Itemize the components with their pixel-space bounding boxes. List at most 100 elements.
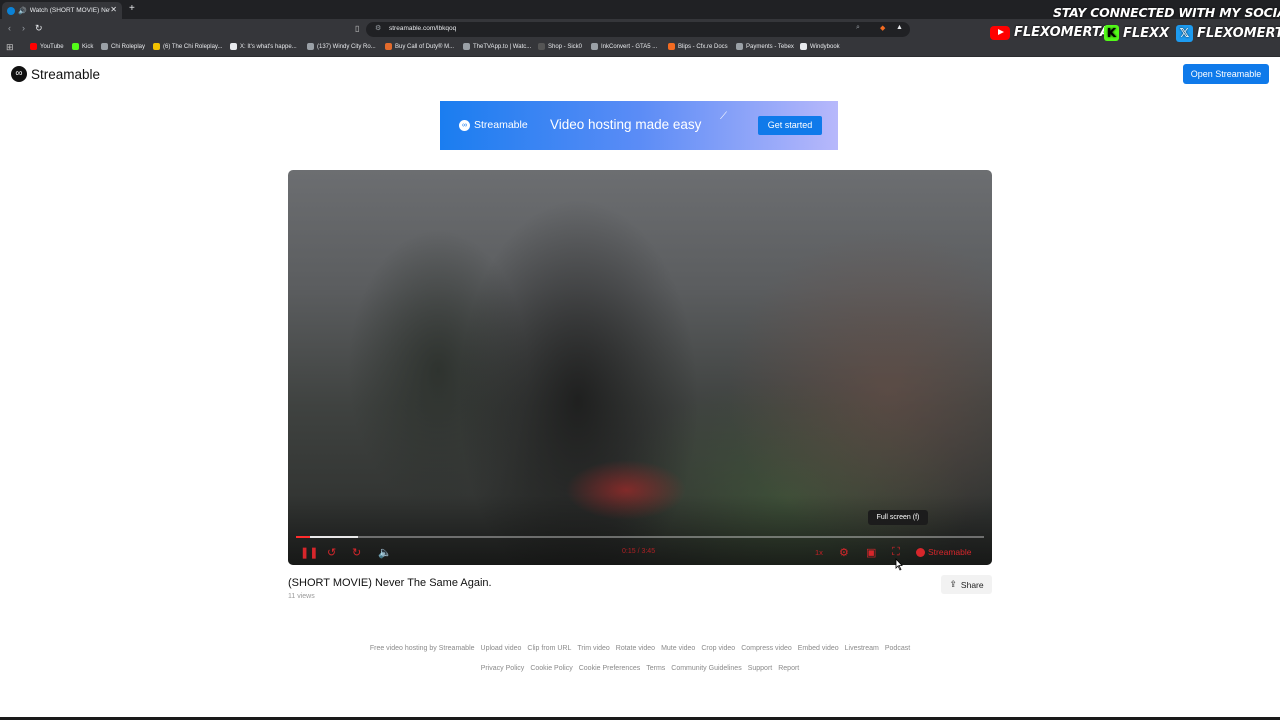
bookmark-tebex[interactable]: Payments - Tebex xyxy=(736,43,794,50)
bookmark-call-of-duty[interactable]: Buy Call of Duty® M... xyxy=(385,43,454,50)
bookmark-inkconvert[interactable]: InkConvert - GTA5 ... xyxy=(591,43,657,50)
bookmark-label: (137) Windy City Ro... xyxy=(317,43,376,50)
site-info-icon[interactable]: ⚙ xyxy=(375,24,381,32)
reload-icon[interactable]: ↻ xyxy=(35,23,43,34)
progress-played xyxy=(296,536,310,538)
forward-arrow-icon[interactable]: › xyxy=(22,23,25,33)
mouse-cursor-icon xyxy=(895,558,903,571)
forward-icon[interactable]: ↻ xyxy=(352,546,361,559)
bookmark-label: (6) The Chi Roleplay... xyxy=(163,43,223,50)
pause-icon[interactable]: ❚❚ xyxy=(300,546,318,559)
bookmark-youtube[interactable]: YouTube xyxy=(30,43,64,50)
footer-link[interactable]: Upload video xyxy=(481,645,522,652)
brave-shield-icon[interactable]: ◆ xyxy=(880,24,885,32)
footer-link[interactable]: Trim video xyxy=(577,645,609,652)
footer-link[interactable]: Compress video xyxy=(741,645,792,652)
share-button[interactable]: ⇪ Share xyxy=(941,575,992,594)
bookmark-label: Blips - Cfx.re Docs xyxy=(678,43,728,50)
back-arrow-icon[interactable]: ‹ xyxy=(8,23,11,33)
fullscreen-tooltip: Full screen (f) xyxy=(868,510,928,525)
footer-link[interactable]: Rotate video xyxy=(616,645,655,652)
footer-link[interactable]: Terms xyxy=(646,665,665,672)
bookmark-label: Payments - Tebex xyxy=(746,43,794,50)
footer-link[interactable]: Embed video xyxy=(798,645,839,652)
kick-handle: FLEXX xyxy=(1123,25,1170,41)
share-icon: ⇪ xyxy=(949,579,957,589)
globe-icon xyxy=(463,43,470,50)
footer-link[interactable]: Community Guidelines xyxy=(671,665,741,672)
share-label: Share xyxy=(960,579,984,590)
volume-icon[interactable]: 🔈 xyxy=(378,546,392,559)
bookmark-x[interactable]: X: It's what's happe... xyxy=(230,43,297,50)
cfx-icon xyxy=(668,43,675,50)
bookmark-page-icon[interactable]: ▯ xyxy=(355,24,359,33)
windybook-icon xyxy=(800,43,807,50)
bookmark-label: YouTube xyxy=(40,43,64,50)
banner-tagline: Video hosting made easy xyxy=(550,117,702,132)
youtube-social: FLEXOMERTA xyxy=(990,25,1110,40)
rewind-icon[interactable]: ↺ xyxy=(327,546,336,559)
picture-in-picture-icon[interactable]: ▣ xyxy=(866,546,876,559)
bookmark-chi-roleplay[interactable]: Chi Roleplay xyxy=(101,43,145,50)
bookmark-label: Shop - Sick0 xyxy=(548,43,583,50)
settings-gear-icon[interactable]: ⚙ xyxy=(839,546,849,559)
banner-brand: Streamable xyxy=(474,119,528,131)
new-tab-button[interactable]: + xyxy=(129,3,135,14)
streamable-logo[interactable]: ∞ Streamable xyxy=(11,66,100,82)
footer-link[interactable]: Support xyxy=(748,665,773,672)
footer-link[interactable]: Cookie Policy xyxy=(530,665,572,672)
bookmark-label: InkConvert - GTA5 ... xyxy=(601,43,658,50)
bookmark-blips[interactable]: Blips - Cfx.re Docs xyxy=(668,43,728,50)
footer-link[interactable]: Privacy Policy xyxy=(481,665,525,672)
apps-grid-icon[interactable]: ⊞ xyxy=(6,42,14,53)
video-title: (SHORT MOVIE) Never The Same Again. xyxy=(288,577,492,589)
watermark-text: Streamable xyxy=(928,547,972,557)
footer-link[interactable]: Clip from URL xyxy=(527,645,571,652)
streamable-watermark[interactable]: Streamable xyxy=(916,547,971,557)
video-player[interactable] xyxy=(288,170,992,565)
logo-text: Streamable xyxy=(31,66,101,82)
footer-link[interactable]: Cookie Preferences xyxy=(579,665,640,672)
browser-tab-active[interactable]: 🔊 Watch (SHORT MOVIE) Never ✕ xyxy=(2,2,122,19)
footer-link[interactable]: Free video hosting by Streamable xyxy=(370,645,475,652)
footer-link[interactable]: Report xyxy=(778,665,799,672)
bookmark-thetvapp[interactable]: TheTVApp.to | Watc... xyxy=(463,43,531,50)
get-started-button[interactable]: Get started xyxy=(758,116,822,135)
bookmark-windybook[interactable]: Windybook xyxy=(800,43,840,50)
streamable-logo-icon xyxy=(916,547,925,557)
youtube-icon xyxy=(990,25,1010,40)
time-display: 0:15 / 3:45 xyxy=(622,548,656,555)
x-icon: 𝕏 xyxy=(1176,25,1193,42)
globe-icon xyxy=(591,43,598,50)
bookmark-label: X: It's what's happe... xyxy=(240,43,297,50)
globe-icon xyxy=(307,43,314,50)
footer-link[interactable]: Crop video xyxy=(701,645,735,652)
youtube-handle: FLEXOMERTA xyxy=(1014,25,1110,40)
playback-speed[interactable]: 1x xyxy=(815,548,823,557)
bookmark-label: Kick xyxy=(82,43,94,50)
open-streamable-button[interactable]: Open Streamable xyxy=(1183,64,1269,84)
streamable-logo-icon: ∞ xyxy=(11,66,27,82)
zoom-icon[interactable]: ⌕ xyxy=(856,24,860,32)
footer-links-legal: Privacy Policy Cookie Policy Cookie Pref… xyxy=(0,665,1280,672)
kick-icon: K xyxy=(1104,25,1119,41)
speaker-icon[interactable]: 🔊 xyxy=(18,7,27,15)
footer-link[interactable]: Livestream xyxy=(845,645,879,652)
x-social: 𝕏 FLEXOMERTA xyxy=(1176,25,1280,42)
tebex-icon xyxy=(736,43,743,50)
promo-banner[interactable]: ∞ Streamable Video hosting made easy ⟋ G… xyxy=(440,101,838,150)
bookmark-windy-city[interactable]: (137) Windy City Ro... xyxy=(307,43,376,50)
url-text[interactable]: streamable.com/lbkqoq xyxy=(389,25,456,32)
bookmark-kick[interactable]: Kick xyxy=(72,43,93,50)
footer-links-primary: Free video hosting by Streamable Upload … xyxy=(0,645,1280,652)
progress-bar[interactable] xyxy=(296,536,984,538)
youtube-icon xyxy=(30,43,37,50)
footer-link[interactable]: Mute video xyxy=(661,645,695,652)
footer-link[interactable]: Podcast xyxy=(885,645,910,652)
bookmark-chi-roleplay-fb[interactable]: (6) The Chi Roleplay... xyxy=(153,43,222,50)
rewards-icon[interactable]: ▲ xyxy=(896,24,903,31)
bookmark-label: Windybook xyxy=(810,43,840,50)
bookmark-shop-sick0[interactable]: Shop - Sick0 xyxy=(538,43,582,50)
kick-social: K FLEXX xyxy=(1104,25,1169,41)
close-tab-icon[interactable]: ✕ xyxy=(110,5,117,14)
